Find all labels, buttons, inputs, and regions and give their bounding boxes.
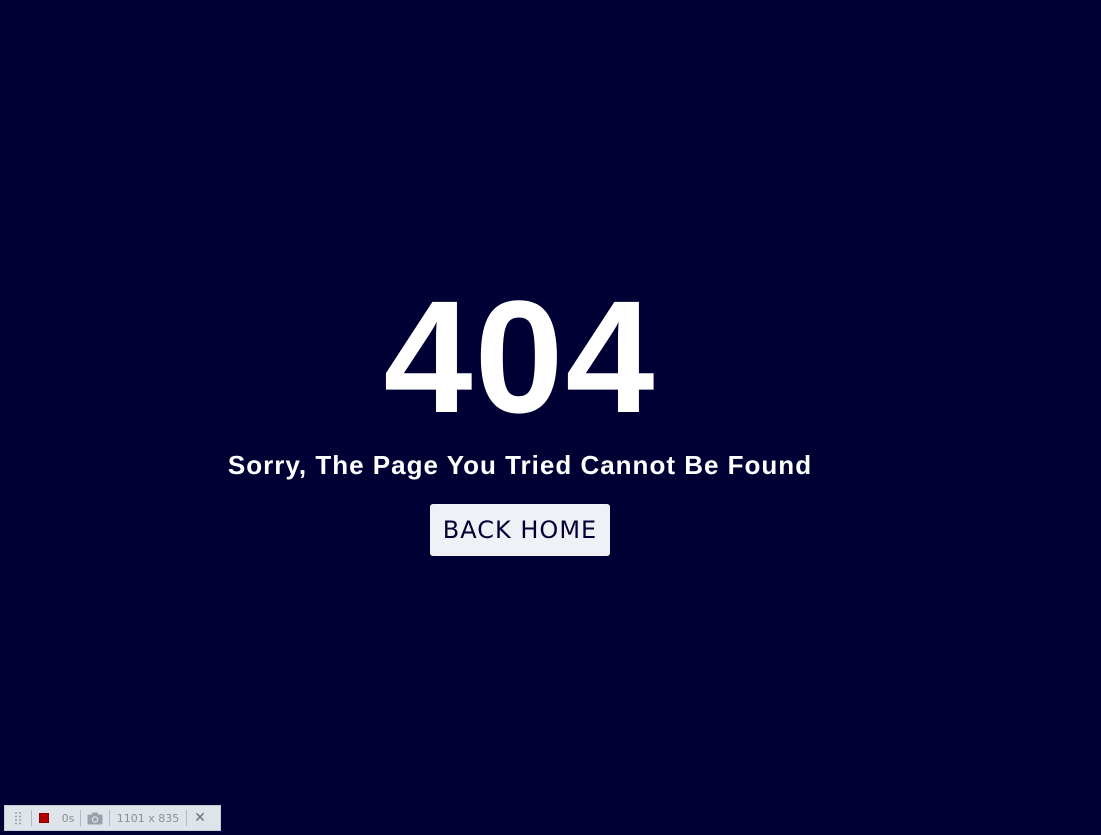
stop-record-icon [39, 813, 49, 823]
error-page: 404 Sorry, The Page You Tried Cannot Be … [0, 0, 1101, 835]
close-icon[interactable]: ✕ [187, 806, 213, 830]
error-code: 404 [383, 267, 657, 446]
record-timer: 0s [61, 811, 75, 825]
error-message: Sorry, The Page You Tried Cannot Be Foun… [227, 450, 813, 480]
error-content: 404 Sorry, The Page You Tried Cannot Be … [0, 267, 1040, 556]
drag-handle-icon[interactable] [5, 806, 31, 830]
back-home-button[interactable]: BACK HOME [430, 504, 610, 556]
viewport-dimensions: 1101 x 835 [116, 811, 180, 825]
recorder-toolbar: 0s 1101 x 835 ✕ [4, 805, 221, 831]
screenshot-button[interactable] [81, 806, 109, 830]
stop-record-button[interactable] [32, 806, 56, 830]
camera-icon [87, 812, 103, 824]
